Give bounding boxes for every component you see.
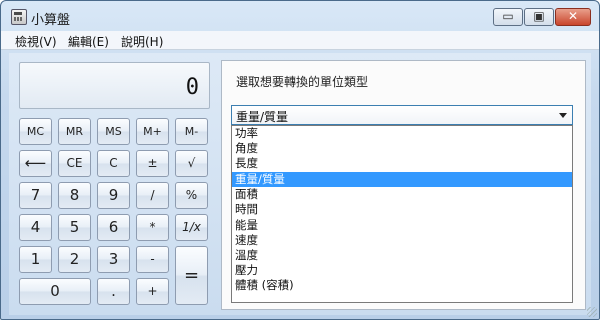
maximize-button[interactable]: ▣ [524, 8, 554, 26]
subtract-button[interactable]: - [136, 246, 169, 273]
digit-2-button[interactable]: 2 [58, 246, 91, 273]
menu-bar: 檢視(V) 編輯(E) 說明(H) [1, 31, 599, 50]
menu-view[interactable]: 檢視(V) [15, 33, 57, 50]
digit-9-button[interactable]: 9 [97, 182, 130, 209]
unit-option-pressure[interactable]: 壓力 [232, 263, 572, 278]
unit-type-label: 選取想要轉換的單位類型 [236, 75, 369, 89]
mr-button[interactable]: MR [58, 118, 91, 145]
chevron-down-icon[interactable] [559, 113, 567, 118]
unit-option-length[interactable]: 長度 [232, 156, 572, 171]
close-button[interactable]: ✕ [555, 8, 591, 26]
decimal-button[interactable]: . [97, 278, 130, 305]
digit-8-button[interactable]: 8 [58, 182, 91, 209]
calculator-window: 小算盤 ▭ ▣ ✕ 檢視(V) 編輯(E) 說明(H) 0 MC MR MS M… [0, 0, 600, 320]
resize-grip[interactable] [587, 307, 597, 317]
clear-entry-button[interactable]: CE [58, 150, 91, 177]
digit-4-button[interactable]: 4 [19, 214, 52, 241]
square-root-button[interactable]: √ [175, 150, 208, 177]
unit-option-energy[interactable]: 能量 [232, 218, 572, 233]
mc-button[interactable]: MC [19, 118, 52, 145]
unit-option-weight-mass[interactable]: 重量/質量 [232, 172, 572, 187]
unit-type-selected-value: 重量/質量 [236, 110, 289, 124]
title-bar[interactable]: 小算盤 ▭ ▣ ✕ [1, 1, 599, 31]
unit-option-time[interactable]: 時間 [232, 202, 572, 217]
plus-minus-button[interactable]: ± [136, 150, 169, 177]
digit-6-button[interactable]: 6 [97, 214, 130, 241]
unit-option-angle[interactable]: 角度 [232, 141, 572, 156]
calculator-body: 0 MC MR MS M+ M- ⟵ CE C ± √ 7 8 9 / % 4 … [9, 53, 591, 315]
window-title: 小算盤 [31, 13, 71, 28]
display-value: 0 [185, 75, 199, 100]
add-button[interactable]: + [136, 278, 169, 305]
backspace-button[interactable]: ⟵ [19, 150, 52, 177]
menu-edit[interactable]: 編輯(E) [68, 33, 109, 50]
unit-type-dropdown-list: 功率 角度 長度 重量/質量 面積 時間 能量 速度 溫度 壓力 體積 (容積) [231, 125, 573, 303]
digit-3-button[interactable]: 3 [97, 246, 130, 273]
digit-7-button[interactable]: 7 [19, 182, 52, 209]
equals-button[interactable]: = [175, 246, 208, 305]
minimize-button[interactable]: ▭ [493, 8, 523, 26]
unit-type-select[interactable]: 重量/質量 [231, 105, 573, 125]
digit-1-button[interactable]: 1 [19, 246, 52, 273]
calculator-display: 0 [19, 62, 210, 109]
divide-button[interactable]: / [136, 182, 169, 209]
unit-option-volume[interactable]: 體積 (容積) [232, 278, 572, 293]
unit-option-velocity[interactable]: 速度 [232, 233, 572, 248]
unit-option-area[interactable]: 面積 [232, 187, 572, 202]
unit-conversion-panel: 選取想要轉換的單位類型 重量/質量 功率 角度 長度 重量/質量 面積 時間 能… [221, 60, 586, 310]
clear-button[interactable]: C [97, 150, 130, 177]
calculator-icon [11, 9, 27, 25]
multiply-button[interactable]: * [136, 214, 169, 241]
unit-option-power[interactable]: 功率 [232, 126, 572, 141]
percent-button[interactable]: % [175, 182, 208, 209]
m-plus-button[interactable]: M+ [136, 118, 169, 145]
ms-button[interactable]: MS [97, 118, 130, 145]
digit-5-button[interactable]: 5 [58, 214, 91, 241]
reciprocal-button[interactable]: 1/x [175, 214, 208, 241]
unit-option-temperature[interactable]: 溫度 [232, 248, 572, 263]
menu-help[interactable]: 說明(H) [121, 33, 163, 50]
digit-0-button[interactable]: 0 [19, 278, 91, 305]
m-minus-button[interactable]: M- [175, 118, 208, 145]
